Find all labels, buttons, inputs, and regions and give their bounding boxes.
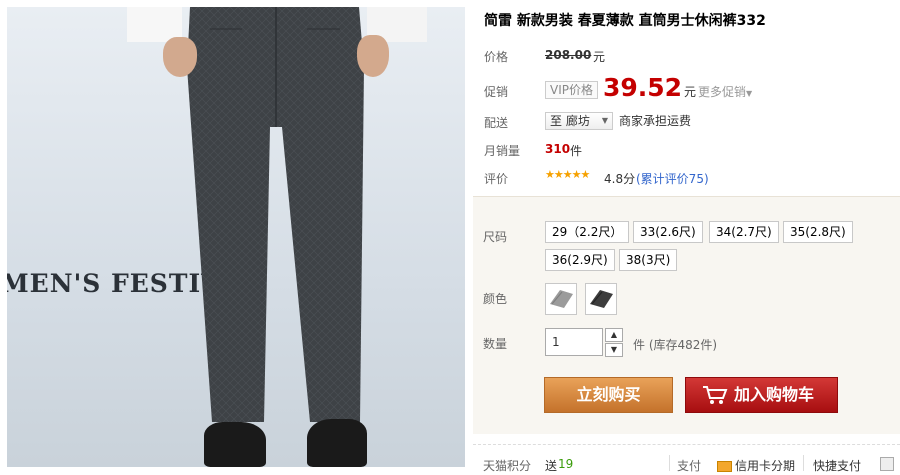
hand-left bbox=[163, 37, 197, 77]
credit-card-icon bbox=[717, 461, 732, 472]
size-option[interactable]: 38(3尺) bbox=[619, 249, 678, 271]
chevron-down-icon: ▼ bbox=[746, 89, 753, 98]
original-price: 208.00 bbox=[545, 48, 592, 62]
rating-score: 4.8分 bbox=[604, 172, 636, 186]
more-promos-label: 更多促销 bbox=[698, 85, 747, 99]
freight-info: 商家承担运费 bbox=[619, 114, 692, 128]
color-label: 颜色 bbox=[483, 292, 508, 306]
payment-label: 支付 bbox=[677, 459, 702, 473]
shoe-left bbox=[204, 422, 266, 467]
express-pay-label: 快捷支付 bbox=[813, 459, 862, 473]
pants-dark-gray-icon bbox=[590, 290, 613, 308]
size-option[interactable]: 35(2.8尺) bbox=[783, 221, 853, 243]
express-pay-icon bbox=[880, 457, 894, 471]
size-option[interactable]: 29（2.2尺） bbox=[545, 221, 630, 243]
promo-price: 39.52 bbox=[603, 73, 683, 102]
service-footer: 天猫积分 送 19 支付 信用卡分期 快捷支付 bbox=[473, 444, 900, 475]
add-to-cart-button[interactable]: 加入购物车 bbox=[685, 377, 838, 413]
quantity-input[interactable]: 1 bbox=[545, 328, 603, 356]
size-option[interactable]: 34(2.7尺) bbox=[709, 221, 779, 243]
add-to-cart-label: 加入购物车 bbox=[734, 385, 815, 404]
points-prefix: 送 bbox=[545, 459, 558, 473]
monthly-sales-count: 310 bbox=[545, 142, 571, 156]
promo-price-currency: 元 bbox=[684, 85, 697, 99]
region-value: 至 廊坊 bbox=[550, 114, 590, 128]
size-label: 尺码 bbox=[483, 230, 508, 244]
size-option[interactable]: 36(2.9尺) bbox=[545, 249, 615, 271]
divider bbox=[803, 455, 804, 471]
pants-figure bbox=[187, 7, 364, 422]
sku-options-panel: 尺码 29（2.2尺） 33(2.6尺) 34(2.7尺) 35(2.8尺) 3… bbox=[473, 196, 900, 434]
original-price-currency: 元 bbox=[593, 50, 606, 64]
monthly-sales-unit: 件 bbox=[570, 144, 583, 158]
shoe-right bbox=[307, 419, 367, 467]
more-promos-link[interactable]: 更多促销▼ bbox=[698, 83, 752, 100]
stock-info: 件 (库存482件) bbox=[633, 338, 718, 352]
divider bbox=[669, 455, 670, 471]
color-swatch-dark-gray[interactable] bbox=[585, 283, 617, 315]
quantity-label: 数量 bbox=[483, 337, 508, 351]
tmall-points-label: 天猫积分 bbox=[483, 459, 532, 473]
review-count-link[interactable]: (累计评价75) bbox=[636, 170, 709, 187]
color-swatch-light-gray[interactable] bbox=[545, 283, 577, 315]
monthly-sales-label: 月销量 bbox=[484, 144, 521, 158]
credit-card-label: 信用卡分期 bbox=[735, 459, 796, 473]
quantity-decrease-button[interactable]: ▼ bbox=[605, 343, 623, 357]
price-label: 价格 bbox=[484, 50, 509, 64]
product-title: 简雷 新款男装 春夏薄款 直筒男士休闲裤332 bbox=[484, 13, 766, 29]
hand-right bbox=[357, 35, 389, 77]
vip-price-tag: VIP价格 bbox=[545, 81, 598, 99]
points-value: 19 bbox=[558, 457, 574, 471]
chevron-down-icon: ▼ bbox=[601, 116, 608, 125]
quantity-increase-button[interactable]: ▲ bbox=[605, 328, 623, 342]
size-option[interactable]: 33(2.6尺) bbox=[633, 221, 703, 243]
buy-now-button[interactable]: 立刻购买 bbox=[544, 377, 673, 413]
product-image[interactable]: MEN'S FESTIVAL bbox=[7, 7, 465, 467]
credit-card-installment: 信用卡分期 bbox=[717, 457, 795, 474]
pants-light-gray-icon bbox=[550, 290, 573, 308]
star-rating-icon: ★★★★★ bbox=[545, 168, 590, 181]
delivery-label: 配送 bbox=[484, 116, 509, 130]
rating-label: 评价 bbox=[484, 172, 509, 186]
chevron-up-icon: ▲ bbox=[610, 330, 618, 339]
region-select[interactable]: 至 廊坊 ▼ bbox=[545, 112, 613, 130]
shopping-cart-icon bbox=[703, 386, 728, 404]
chevron-down-icon: ▼ bbox=[610, 345, 618, 354]
promo-label: 促销 bbox=[484, 85, 509, 99]
